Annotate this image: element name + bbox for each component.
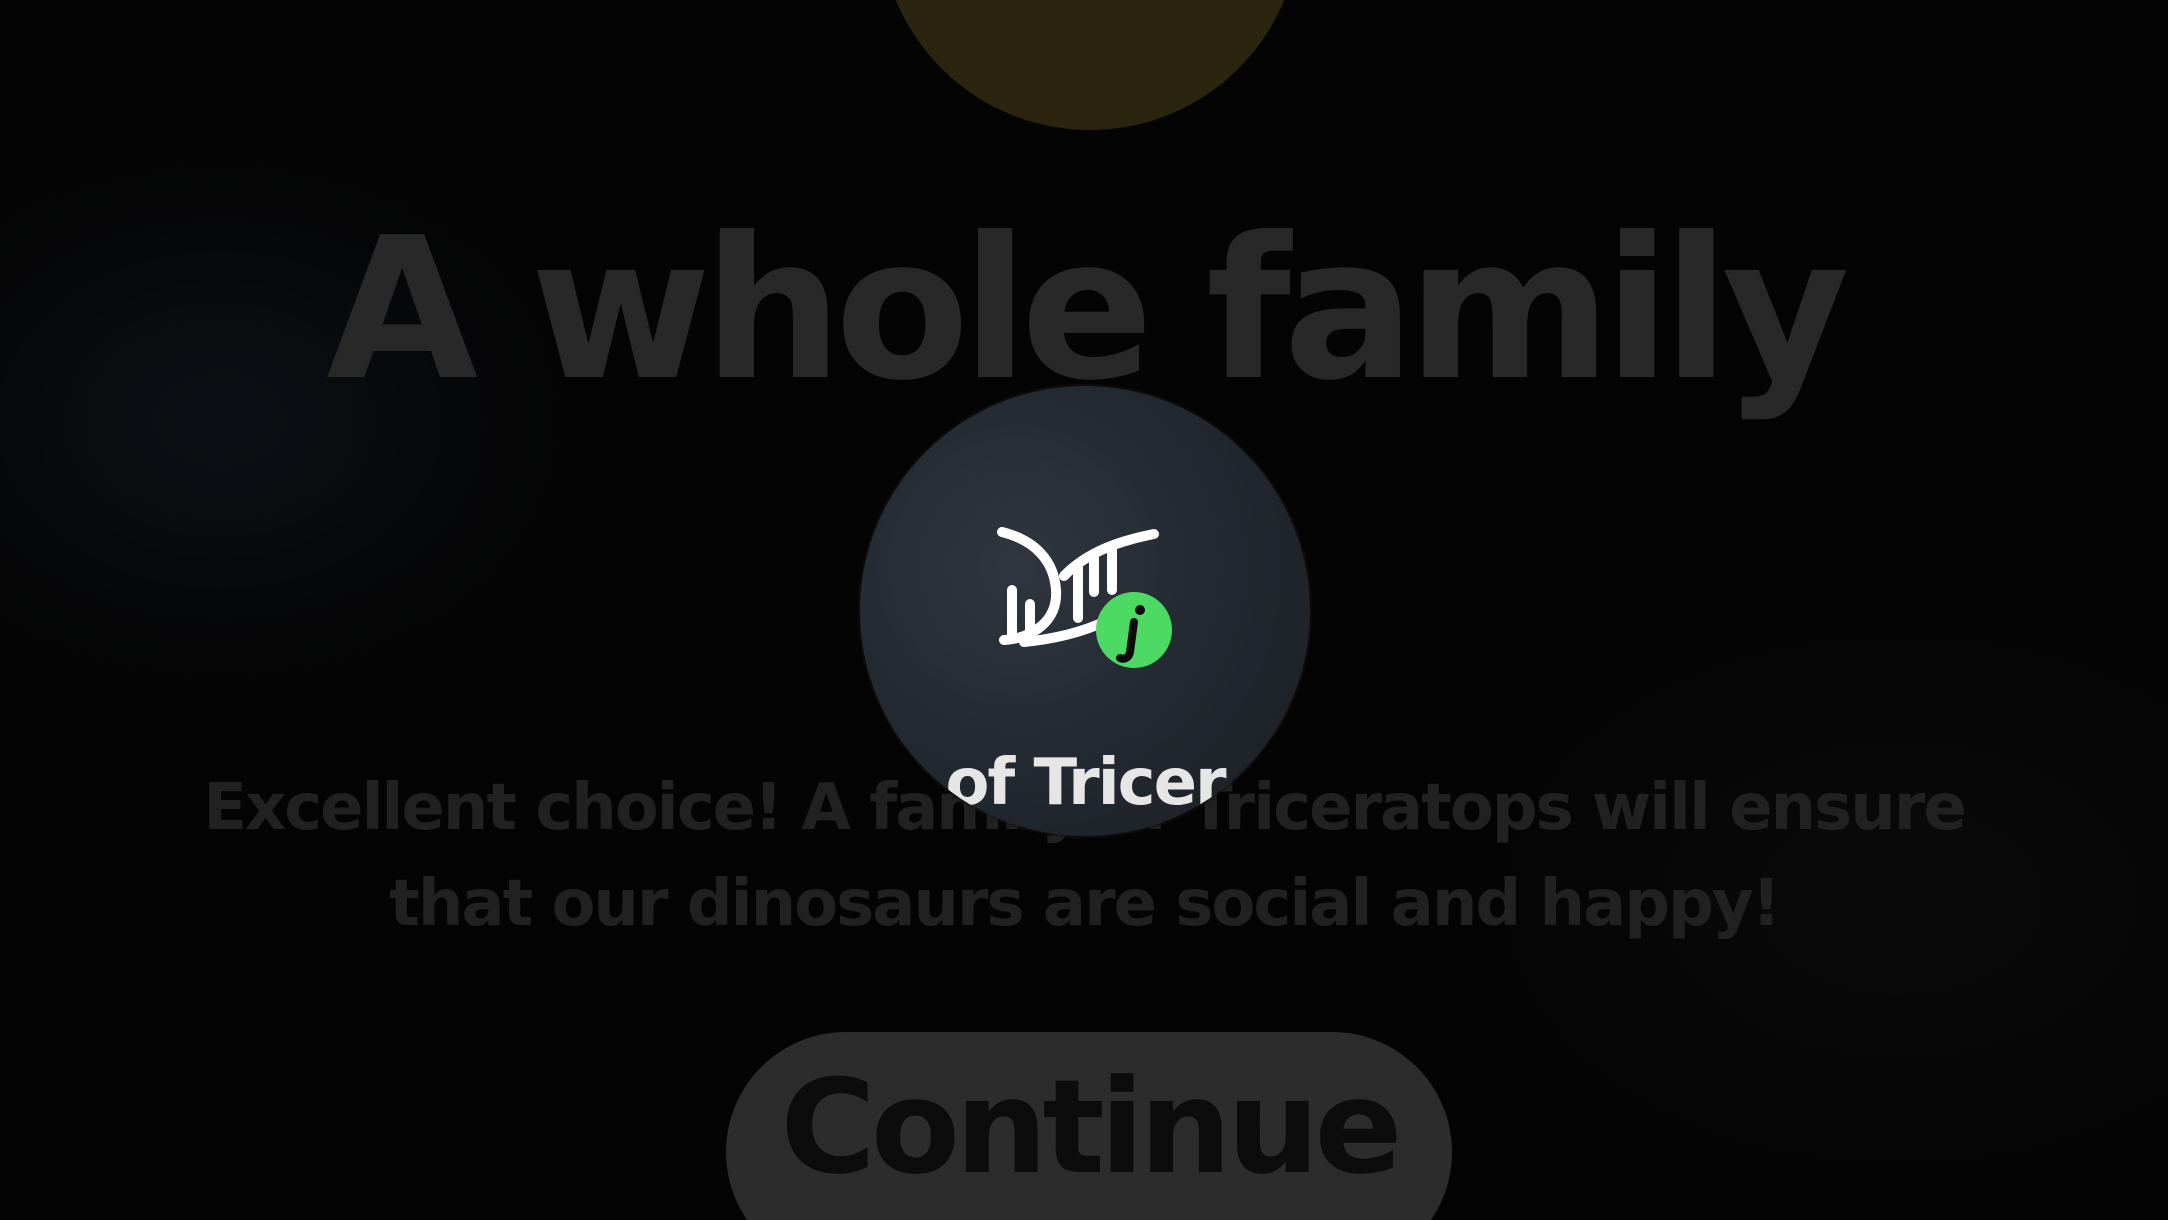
onboarding-screen: A whole family Excellent choice! A famil… [0,0,2168,1220]
loading-caption: of Tricer [945,746,1226,820]
info-badge-icon [1096,592,1172,668]
dino-app-logo-icon [997,527,1172,668]
